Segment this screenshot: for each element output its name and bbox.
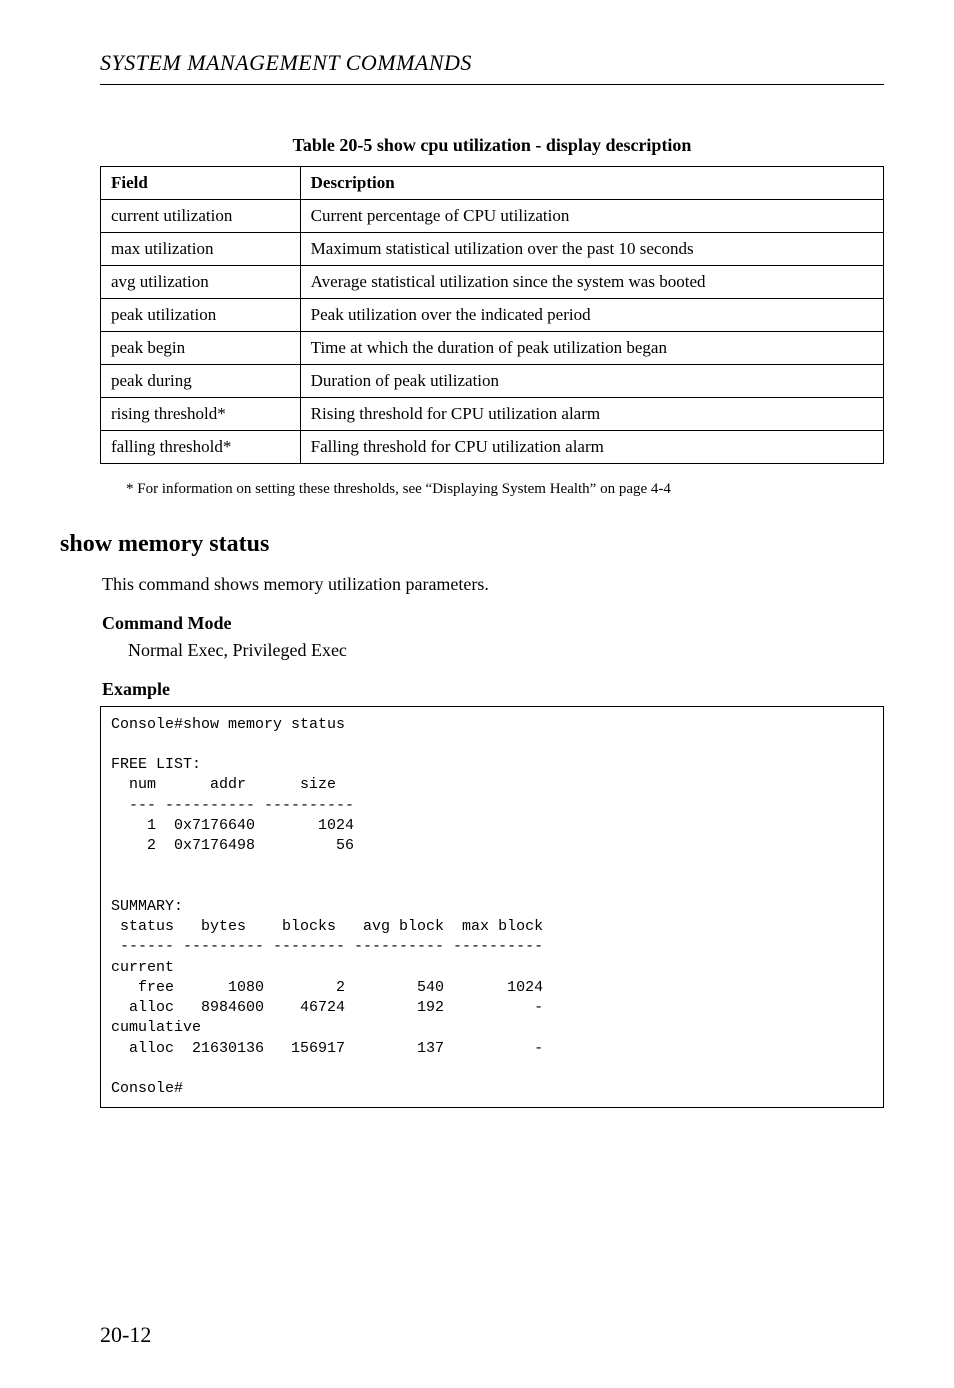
table-row: current utilization Current percentage o… [101,200,884,233]
table-cell-field: peak utilization [101,299,301,332]
command-mode-heading: Command Mode [102,613,884,634]
table-cell-desc: Duration of peak utilization [300,365,883,398]
table-cell-desc: Falling threshold for CPU utilization al… [300,431,883,464]
description-table: Field Description current utilization Cu… [100,166,884,464]
table-cell-field: current utilization [101,200,301,233]
table-row: falling threshold* Falling threshold for… [101,431,884,464]
table-cell-desc: Peak utilization over the indicated peri… [300,299,883,332]
table-cell-field: peak during [101,365,301,398]
table-cell-field: falling threshold* [101,431,301,464]
header-divider [100,84,884,85]
example-heading: Example [102,679,884,700]
chapter-header: SYSTEM MANAGEMENT COMMANDS [100,50,884,76]
table-caption: Table 20-5 show cpu utilization - displa… [100,135,884,156]
table-cell-desc: Current percentage of CPU utilization [300,200,883,233]
table-header-field: Field [101,167,301,200]
table-footnote: * For information on setting these thres… [126,478,884,501]
table-row: peak begin Time at which the duration of… [101,332,884,365]
table-cell-desc: Maximum statistical utilization over the… [300,233,883,266]
table-row: peak utilization Peak utilization over t… [101,299,884,332]
table-row: rising threshold* Rising threshold for C… [101,398,884,431]
table-cell-desc: Average statistical utilization since th… [300,266,883,299]
table-row: max utilization Maximum statistical util… [101,233,884,266]
section-description: This command shows memory utilization pa… [102,574,884,595]
table-cell-field: avg utilization [101,266,301,299]
example-code-block: Console#show memory status FREE LIST: nu… [100,706,884,1109]
table-row: avg utilization Average statistical util… [101,266,884,299]
table-cell-field: rising threshold* [101,398,301,431]
table-cell-desc: Time at which the duration of peak utili… [300,332,883,365]
table-header-row: Field Description [101,167,884,200]
table-cell-field: peak begin [101,332,301,365]
page-number: 20-12 [100,1322,151,1348]
table-cell-field: max utilization [101,233,301,266]
table-header-description: Description [300,167,883,200]
table-row: peak during Duration of peak utilization [101,365,884,398]
section-title: show memory status [60,531,884,558]
table-cell-desc: Rising threshold for CPU utilization ala… [300,398,883,431]
command-mode-body: Normal Exec, Privileged Exec [128,640,884,661]
